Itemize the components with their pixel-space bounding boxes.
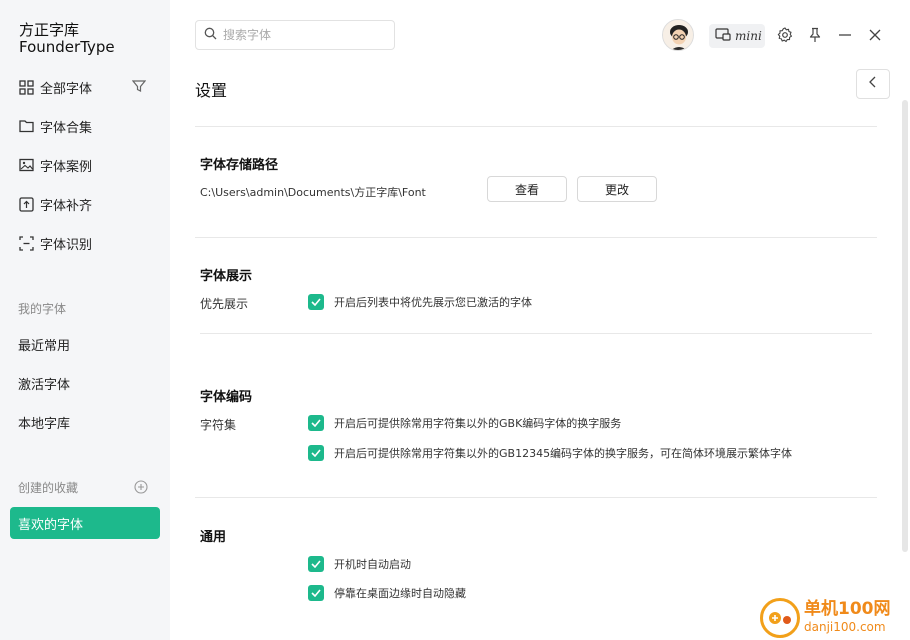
logo-line1: 方正字库	[19, 21, 80, 39]
view-path-button[interactable]: 查看	[487, 176, 567, 202]
watermark-logo-icon	[760, 598, 800, 638]
autohide-option[interactable]: 停靠在桌面边缘时自动隐藏	[308, 585, 466, 601]
checkbox-checked[interactable]	[308, 415, 324, 431]
mini-screen-icon	[715, 28, 731, 44]
minimize-icon[interactable]	[837, 27, 853, 43]
nav-font-fill[interactable]: 字体补齐	[10, 188, 160, 220]
watermark-line2: danji100.com	[804, 620, 886, 634]
nav-local[interactable]: 本地字库	[18, 413, 70, 432]
priority-display-option[interactable]: 开启后列表中将优先展示您已激活的字体	[308, 294, 532, 310]
nav-font-recognition[interactable]: 字体识别	[10, 227, 160, 259]
option-text: 开启后列表中将优先展示您已激活的字体	[334, 296, 532, 309]
checkbox-checked[interactable]	[308, 294, 324, 310]
divider	[195, 237, 877, 238]
sidebar: 方正字库 FounderType 全部字体 字体合集 字体案例 字体补齐 字体识…	[0, 0, 170, 640]
option-text: 开启后可提供除常用字符集以外的GBK编码字体的换字服务	[334, 417, 622, 430]
my-fonts-label: 我的字体	[18, 302, 67, 316]
back-button[interactable]	[856, 69, 890, 99]
encoding-section-title: 字体编码	[200, 390, 253, 405]
charset-label: 字符集	[200, 418, 237, 432]
avatar[interactable]	[662, 19, 694, 51]
search-icon	[204, 27, 217, 44]
search-input[interactable]	[223, 28, 383, 42]
filter-icon[interactable]	[131, 79, 148, 95]
nav-label: 字体补齐	[40, 198, 93, 214]
display-section-title: 字体展示	[200, 269, 253, 284]
close-icon[interactable]	[867, 27, 883, 43]
page-title: 设置	[195, 81, 228, 100]
option-text: 开启后可提供除常用字符集以外的GB12345编码字体的换字服务，可在简体环境展示…	[334, 447, 793, 460]
folder-icon	[18, 118, 34, 134]
scan-icon	[18, 235, 34, 251]
watermark: 单机100网 danji100.com	[760, 598, 891, 638]
collections-label: 创建的收藏	[18, 481, 79, 495]
checkbox-checked[interactable]	[308, 585, 324, 601]
grid-icon	[18, 79, 34, 95]
checkbox-checked[interactable]	[308, 556, 324, 572]
nav-font-collections[interactable]: 字体合集	[10, 110, 160, 142]
nav-label: 字体合集	[40, 120, 93, 136]
general-section-title: 通用	[200, 530, 227, 545]
priority-display-label: 优先展示	[200, 297, 249, 311]
add-collection-icon[interactable]	[134, 480, 148, 494]
gbk-option[interactable]: 开启后可提供除常用字符集以外的GBK编码字体的换字服务	[308, 415, 621, 431]
font-fill-icon	[18, 196, 34, 212]
nav-activated[interactable]: 激活字体	[18, 374, 70, 393]
storage-section-title: 字体存储路径	[200, 158, 279, 173]
autostart-option[interactable]: 开机时自动启动	[308, 556, 411, 572]
option-text: 开机时自动启动	[334, 558, 411, 571]
divider	[200, 333, 872, 334]
nav-recent[interactable]: 最近常用	[18, 335, 70, 354]
gb12345-option[interactable]: 开启后可提供除常用字符集以外的GB12345编码字体的换字服务，可在简体环境展示…	[308, 445, 792, 461]
nav-all-fonts[interactable]: 全部字体	[10, 71, 160, 103]
mini-label: mini	[735, 29, 762, 43]
chevron-left-icon	[868, 76, 878, 92]
collection-label: 喜欢的字体	[18, 517, 84, 533]
storage-path: C:\Users\admin\Documents\方正字库\Font	[200, 186, 426, 199]
option-text: 停靠在桌面边缘时自动隐藏	[334, 587, 466, 600]
nav-label: 全部字体	[40, 81, 93, 97]
image-icon	[18, 157, 34, 173]
mini-mode-button[interactable]: mini	[709, 24, 765, 48]
divider	[195, 497, 877, 498]
app-logo: 方正字库 FounderType	[19, 22, 115, 56]
collection-favorite-fonts[interactable]: 喜欢的字体	[10, 507, 160, 539]
gear-icon[interactable]	[777, 27, 793, 43]
pin-icon[interactable]	[807, 27, 823, 43]
checkbox-checked[interactable]	[308, 445, 324, 461]
divider	[195, 126, 877, 127]
change-path-button[interactable]: 更改	[577, 176, 657, 202]
nav-label: 字体案例	[40, 159, 93, 175]
scrollbar[interactable]	[902, 100, 908, 552]
search-box[interactable]	[195, 20, 395, 50]
nav-font-cases[interactable]: 字体案例	[10, 149, 160, 181]
nav-label: 字体识别	[40, 237, 93, 253]
watermark-line1: 单机100网	[804, 599, 891, 619]
logo-line2: FounderType	[19, 38, 115, 56]
